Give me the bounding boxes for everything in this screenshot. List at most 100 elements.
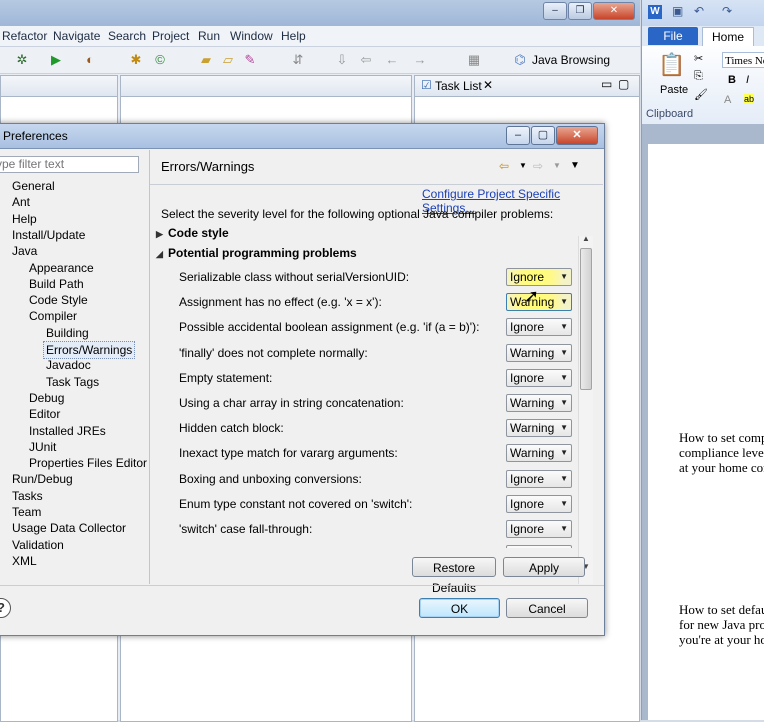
copy-icon[interactable]: ⎘ <box>694 70 703 83</box>
search-tool-icon[interactable]: ✎ <box>242 52 258 68</box>
back-icon[interactable]: ⇦ <box>358 52 374 68</box>
bold-icon[interactable]: B <box>728 74 736 86</box>
tree-item-team[interactable]: Team <box>12 504 41 520</box>
annotation-icon[interactable]: ⇵ <box>290 52 306 68</box>
highlight-icon[interactable]: ab <box>744 94 755 104</box>
tree-item-code-style[interactable]: Code Style <box>29 292 88 308</box>
severity-select[interactable]: Warning ▼ <box>506 419 572 438</box>
word-file-tab[interactable]: File <box>648 27 698 45</box>
severity-select[interactable]: Ignore ▼ <box>506 368 572 387</box>
severity-select[interactable]: Ignore ▼ <box>506 469 572 488</box>
menu-window[interactable]: Window <box>230 29 273 43</box>
task-list-tab[interactable]: Task List <box>435 79 482 93</box>
tree-item-installed-jres[interactable]: Installed JREs <box>29 423 106 439</box>
tree-item-tasks[interactable]: Tasks <box>12 488 43 504</box>
back-history-icon[interactable]: ← <box>384 52 400 68</box>
scrollbar-thumb[interactable] <box>580 248 592 390</box>
severity-select[interactable]: Ignore ▼ <box>506 268 572 286</box>
external-tools-icon[interactable]: ◐ <box>82 52 98 68</box>
help-icon[interactable]: ? <box>0 598 11 618</box>
tree-item-build-path[interactable]: Build Path <box>29 276 84 292</box>
cancel-button[interactable]: Cancel <box>506 598 588 618</box>
severity-select[interactable]: Ignore ▼ <box>506 318 572 337</box>
close-button[interactable]: ✕ <box>593 2 635 20</box>
font-name-box[interactable]: Times Ne <box>722 52 764 68</box>
tree-item-install-update[interactable]: Install/Update <box>12 227 85 243</box>
problem-label: Possible accidental boolean assignment (… <box>179 320 480 335</box>
word-page[interactable]: How to set comp compliance level at your… <box>648 144 764 720</box>
dialog-minimize-button[interactable]: – <box>506 126 530 145</box>
tree-item-run-debug[interactable]: Run/Debug <box>12 471 73 487</box>
severity-select[interactable]: Warning ▼ <box>506 444 572 463</box>
menu-help[interactable]: Help <box>281 29 306 43</box>
eclipse-titlebar: – ❐ ✕ <box>0 0 640 26</box>
new-class-icon[interactable]: © <box>152 52 168 68</box>
menu-search[interactable]: Search <box>108 29 146 43</box>
dialog-close-button[interactable]: ✕ <box>556 126 598 145</box>
new-java-project-icon[interactable]: ✱ <box>128 52 144 68</box>
perspective-label[interactable]: Java Browsing <box>532 53 610 67</box>
apply-button[interactable]: Apply <box>503 557 585 577</box>
tree-item-editor[interactable]: Editor <box>29 406 60 422</box>
tree-item-task-tags[interactable]: Task Tags <box>46 374 99 390</box>
run-icon[interactable]: ▶ <box>48 52 64 68</box>
next-annotation-icon[interactable]: ⇩ <box>334 52 350 68</box>
redo-icon[interactable]: ↷ <box>722 4 732 18</box>
severity-select[interactable]: Warning ▼ <box>506 394 572 412</box>
format-painter-icon[interactable]: 🖌 <box>694 88 708 101</box>
tree-item-java[interactable]: Java <box>12 243 37 259</box>
undo-icon[interactable]: ↶ <box>694 4 704 18</box>
tree-item-appearance[interactable]: Appearance <box>29 260 94 276</box>
ok-button[interactable]: OK <box>419 598 500 618</box>
paste-icon[interactable]: 📋 <box>658 52 685 78</box>
close-icon[interactable]: ✕ <box>483 78 493 92</box>
severity-select[interactable]: Warning ▼ <box>506 343 572 362</box>
restore-defaults-button[interactable]: Restore Defaults <box>412 557 496 595</box>
tree-item-debug[interactable]: Debug <box>29 390 64 406</box>
open-type-icon[interactable]: ▱ <box>220 52 236 68</box>
problem-label: Null pointer access: <box>179 547 284 548</box>
save-icon[interactable]: ▣ <box>672 4 683 18</box>
tree-item-compiler[interactable]: Compiler <box>29 308 77 324</box>
problem-label: Hidden catch block: <box>179 421 284 436</box>
open-perspective-icon[interactable]: ▦ <box>466 52 482 68</box>
word-window: W ▣ ↶ ↷ File Home 📋 Paste ✂ ⎘ 🖌 Times Ne… <box>641 0 764 720</box>
minimize-button[interactable]: – <box>543 2 567 20</box>
severity-select[interactable]: Warning ▼ <box>506 545 572 548</box>
tree-item-general[interactable]: General <box>12 178 55 194</box>
tree-item-validation[interactable]: Validation <box>12 537 64 553</box>
dialog-maximize-button[interactable]: ▢ <box>531 126 555 145</box>
debug-icon[interactable]: ✲ <box>14 52 30 68</box>
tree-item-help[interactable]: Help <box>12 211 37 227</box>
tree-item-ant[interactable]: Ant <box>12 194 30 210</box>
tree-item-usage-data-collector[interactable]: Usage Data Collector <box>12 520 126 536</box>
minimize-view-icon[interactable]: ▭ <box>601 77 612 91</box>
cut-icon[interactable]: ✂ <box>694 52 703 65</box>
severity-select[interactable]: Ignore ▼ <box>506 494 572 513</box>
filter-input[interactable] <box>0 156 139 173</box>
severity-select[interactable]: Ignore ▼ <box>506 520 572 538</box>
word-home-tab[interactable]: Home <box>702 27 754 46</box>
tree-item-building[interactable]: Building <box>46 325 89 341</box>
dropdown-arrow-icon: ▼ <box>560 272 568 281</box>
problem-label: 'finally' does not complete normally: <box>179 345 368 360</box>
tree-item-junit[interactable]: JUnit <box>29 439 56 455</box>
tree-item-properties-files-editor[interactable]: Properties Files Editor <box>29 455 147 471</box>
dialog-title: Preferences <box>3 129 68 143</box>
menu-run[interactable]: Run <box>198 29 220 43</box>
paste-label[interactable]: Paste <box>660 84 688 96</box>
tree-item-errors-warnings[interactable]: Errors/Warnings <box>43 341 136 359</box>
open-folder-icon[interactable]: ▰ <box>198 52 214 68</box>
menu-refactor[interactable]: Refactor <box>2 29 47 43</box>
maximize-view-icon[interactable]: ▢ <box>618 77 629 91</box>
menu-navigate[interactable]: Navigate <box>53 29 100 43</box>
text-effects-icon[interactable]: A <box>724 94 731 106</box>
menu-project[interactable]: Project <box>152 29 189 43</box>
scroll-up-icon[interactable]: ▲ <box>582 234 590 243</box>
forward-icon[interactable]: → <box>412 52 428 68</box>
errors-warnings-page: Errors/Warnings ⇦ ▼ ⇨ ▼ ▼ Configure Proj… <box>150 150 603 595</box>
tree-item-xml[interactable]: XML <box>12 553 37 569</box>
italic-icon[interactable]: I <box>746 74 749 86</box>
restore-button[interactable]: ❐ <box>568 2 592 20</box>
tree-item-javadoc[interactable]: Javadoc <box>46 357 91 373</box>
